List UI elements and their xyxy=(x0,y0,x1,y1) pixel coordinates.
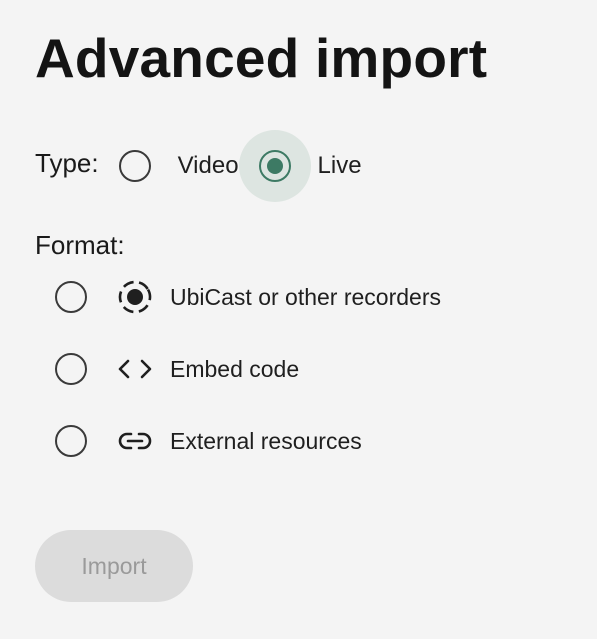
type-live-label[interactable]: Live xyxy=(318,152,362,180)
format-recorder-radio[interactable] xyxy=(53,279,89,315)
format-external-label: External resources xyxy=(170,427,362,454)
format-option-embed[interactable]: Embed code xyxy=(53,349,299,389)
code-icon xyxy=(117,351,153,387)
type-video-radio[interactable] xyxy=(117,148,153,184)
format-embed-label: Embed code xyxy=(170,355,300,382)
radio-unchecked-icon xyxy=(55,425,87,457)
radio-unchecked-icon xyxy=(118,150,151,182)
radio-checked-icon xyxy=(258,150,291,182)
type-radio-group: Type: Video Live xyxy=(35,130,380,202)
format-embed-radio[interactable] xyxy=(53,351,89,387)
import-button[interactable]: Import xyxy=(35,530,193,602)
format-external-radio[interactable] xyxy=(53,423,89,459)
format-recorder-label: UbiCast or other recorders xyxy=(170,283,441,310)
radio-unchecked-icon xyxy=(55,281,87,313)
radio-unchecked-icon xyxy=(55,353,87,385)
format-option-recorder[interactable]: UbiCast or other recorders xyxy=(53,277,441,317)
format-label: Format: xyxy=(35,230,125,260)
link-icon xyxy=(117,423,153,459)
page-title: Advanced import xyxy=(35,27,488,89)
type-video-label[interactable]: Video xyxy=(178,152,239,180)
format-option-external[interactable]: External resources xyxy=(53,421,362,461)
recorder-icon xyxy=(117,279,153,315)
type-live-radio[interactable] xyxy=(238,130,311,202)
type-label: Type: xyxy=(35,147,99,178)
